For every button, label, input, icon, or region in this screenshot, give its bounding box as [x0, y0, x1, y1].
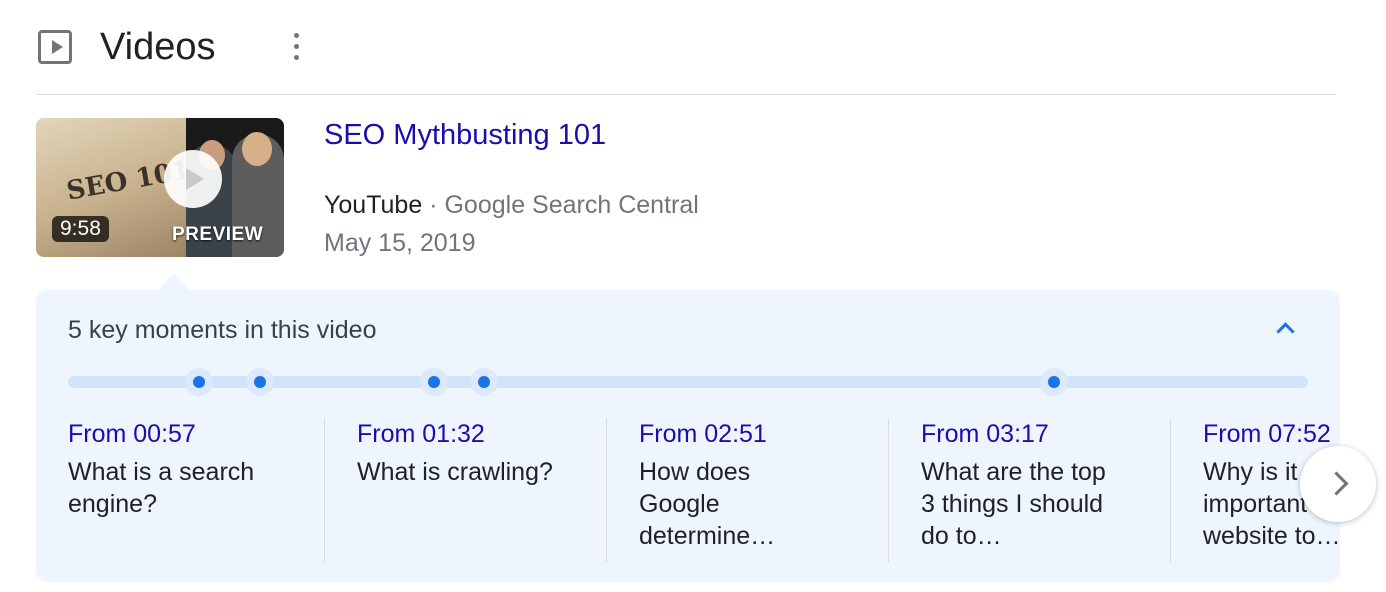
- thumbnail-face-2: [242, 132, 272, 166]
- chevron-right-icon[interactable]: [1300, 446, 1376, 522]
- video-play-icon: [38, 30, 72, 64]
- video-channel: Google Search Central: [444, 191, 699, 219]
- key-moment-time: From 02:51: [639, 420, 767, 448]
- videos-header: Videos: [36, 22, 1336, 74]
- key-moments-title: 5 key moments in this video: [68, 316, 377, 344]
- duration-badge: 9:58: [52, 216, 109, 242]
- key-moment-time: From 03:17: [921, 420, 1049, 448]
- video-date: May 15, 2019: [324, 229, 476, 257]
- timeline-marker-0251[interactable]: [420, 368, 448, 396]
- panel-pointer: [158, 273, 190, 291]
- video-source-line: YouTube · Google Search Central: [324, 188, 699, 222]
- section-title: Videos: [100, 26, 216, 68]
- chevron-up-icon[interactable]: [1270, 314, 1300, 344]
- key-moment-description: How does Google determine…: [639, 458, 776, 550]
- key-moment-item[interactable]: From 02:51 How does Google determine…: [606, 418, 888, 562]
- key-moment-item[interactable]: From 01:32 What is crawling?: [324, 418, 606, 562]
- preview-label: PREVIEW: [172, 224, 264, 245]
- video-source: YouTube: [324, 191, 423, 219]
- key-moment-description: What is crawling?: [357, 458, 553, 486]
- timeline-marker-0752[interactable]: [1040, 368, 1068, 396]
- video-thumbnail[interactable]: SEO 101 9:58 PREVIEW: [36, 118, 284, 257]
- timeline-marker-0057[interactable]: [185, 368, 213, 396]
- key-moment-description: What are the top 3 things I should do to…: [921, 458, 1106, 550]
- key-moment-item[interactable]: From 03:17 What are the top 3 things I s…: [888, 418, 1170, 562]
- header-divider: [36, 94, 1336, 95]
- more-vert-icon[interactable]: [290, 32, 302, 62]
- video-title-link[interactable]: SEO Mythbusting 101: [324, 116, 606, 154]
- key-moment-time: From 00:57: [68, 420, 196, 448]
- play-button-icon[interactable]: [164, 150, 222, 208]
- key-moment-time: From 07:52: [1203, 420, 1331, 448]
- key-moment-item[interactable]: From 00:57 What is a search engine?: [36, 418, 318, 562]
- meta-separator: ·: [429, 191, 438, 219]
- key-moment-description: What is a search engine?: [68, 458, 255, 518]
- key-moment-time: From 01:32: [357, 420, 485, 448]
- timeline-marker-0317[interactable]: [470, 368, 498, 396]
- timeline-marker-0132[interactable]: [246, 368, 274, 396]
- key-moments-panel: 5 key moments in this video From 00:57 W…: [36, 290, 1340, 582]
